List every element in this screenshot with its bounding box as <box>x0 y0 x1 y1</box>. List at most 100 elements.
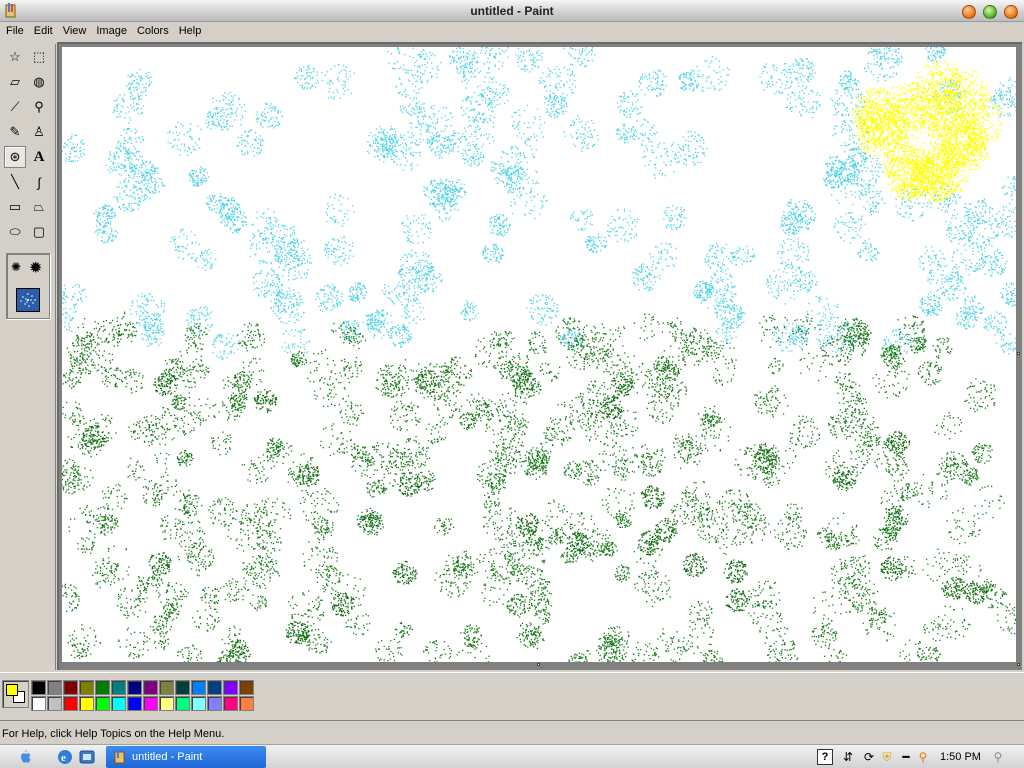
palette-swatch[interactable] <box>159 680 174 695</box>
minimize-button[interactable] <box>983 5 997 19</box>
palette-swatch[interactable] <box>175 680 190 695</box>
palette-swatch[interactable] <box>79 680 94 695</box>
foreground-color-swatch <box>6 684 18 696</box>
fill-with-color-icon: ◍ <box>33 74 44 90</box>
resize-handle-right[interactable] <box>1017 352 1020 355</box>
palette-swatch[interactable] <box>95 680 110 695</box>
palette-swatch[interactable] <box>191 696 206 711</box>
palette-swatch[interactable] <box>31 680 46 695</box>
airbrush-large-option[interactable] <box>16 288 40 312</box>
polygon-tool[interactable]: ⏢ <box>28 196 50 218</box>
select-icon: ⬚ <box>33 49 45 65</box>
ellipse-icon: ⬭ <box>9 224 20 240</box>
key-tray-icon[interactable]: ⚲ <box>915 749 931 765</box>
paint-task-icon <box>114 750 125 764</box>
palette-swatch[interactable] <box>175 696 190 711</box>
window-title: untitled - Paint <box>0 4 1024 18</box>
palette-swatch[interactable] <box>47 696 62 711</box>
canvas-scroll-area <box>57 42 1022 670</box>
rounded-rectangle-tool[interactable]: ▢ <box>28 221 50 243</box>
pick-color-icon: ⟋ <box>10 99 19 115</box>
status-bar: For Help, click Help Topics on the Help … <box>0 720 1024 744</box>
taskbar-paint-label: untitled - Paint <box>132 751 202 763</box>
palette-swatch[interactable] <box>159 696 174 711</box>
curve-tool[interactable]: ∫ <box>28 171 50 193</box>
palette-swatch[interactable] <box>239 680 254 695</box>
apple-icon <box>21 750 31 763</box>
airbrush-tool[interactable]: ⊛ <box>4 146 26 168</box>
palette-swatch[interactable] <box>111 696 126 711</box>
menu-help[interactable]: Help <box>174 22 207 41</box>
curve-icon: ∫ <box>37 175 41 190</box>
pencil-tool[interactable]: ✎ <box>4 121 26 143</box>
current-colors <box>2 680 29 708</box>
show-desktop-icon[interactable] <box>78 748 96 766</box>
taskbar: e untitled - Paint ? ⇵ ⟳ ⛨ ━ ⚲ 1:50 PM ⚲ <box>0 744 1024 768</box>
rectangle-tool[interactable]: ▭ <box>4 196 26 218</box>
palette-swatch[interactable] <box>207 696 222 711</box>
painting <box>62 47 1016 662</box>
menu-edit[interactable]: Edit <box>29 22 58 41</box>
menu-file[interactable]: File <box>1 22 29 41</box>
start-button[interactable] <box>8 746 42 768</box>
free-form-select-icon: ☆ <box>9 49 21 65</box>
menu-image[interactable]: Image <box>91 22 132 41</box>
maximize-button[interactable] <box>1004 5 1018 19</box>
drawing-canvas[interactable] <box>62 47 1016 662</box>
eraser-tool[interactable]: ▱ <box>4 71 26 93</box>
palette-swatch[interactable] <box>63 680 78 695</box>
menu-bar: File Edit View Image Colors Help <box>0 22 1024 41</box>
brush-tool[interactable]: ♙ <box>28 121 50 143</box>
plug-tray-icon[interactable]: ━ <box>898 749 914 765</box>
line-tool[interactable]: ╲ <box>4 171 26 193</box>
airbrush-large-icon <box>20 293 36 307</box>
magnifier-tool[interactable]: ⚲ <box>28 96 50 118</box>
network-tray-icon[interactable]: ⇵ <box>840 749 856 765</box>
help-tray-icon[interactable]: ? <box>817 749 833 765</box>
menu-view[interactable]: View <box>58 22 92 41</box>
palette-swatch[interactable] <box>95 696 110 711</box>
free-form-select-tool[interactable]: ☆ <box>4 46 26 68</box>
pick-color-tool[interactable]: ⟋ <box>4 96 26 118</box>
palette-swatch[interactable] <box>239 696 254 711</box>
color-box <box>0 672 1024 718</box>
title-bar[interactable]: untitled - Paint <box>0 0 1024 22</box>
brush-icon: ♙ <box>33 124 45 140</box>
palette-swatch[interactable] <box>127 696 142 711</box>
airbrush-small-option[interactable]: ✺ <box>11 260 21 274</box>
palette-swatch[interactable] <box>111 680 126 695</box>
palette-swatch[interactable] <box>223 680 238 695</box>
color-palette <box>31 680 254 711</box>
taskbar-paint-button[interactable]: untitled - Paint <box>106 746 266 768</box>
pencil-icon: ✎ <box>10 124 21 140</box>
palette-swatch[interactable] <box>207 680 222 695</box>
airbrush-medium-option[interactable]: ✹ <box>29 258 42 278</box>
eraser-icon: ▱ <box>10 74 20 90</box>
tool-options-panel: ✺ ✹ <box>6 253 50 319</box>
security-shield-icon[interactable]: ⛨ <box>879 749 895 765</box>
resize-handle-corner[interactable] <box>1017 663 1020 666</box>
menu-colors[interactable]: Colors <box>132 22 174 41</box>
palette-swatch[interactable] <box>143 680 158 695</box>
airbrush-icon: ⊛ <box>10 149 21 165</box>
palette-swatch[interactable] <box>31 696 46 711</box>
rectangle-icon: ▭ <box>9 199 21 215</box>
palette-swatch[interactable] <box>223 696 238 711</box>
palette-swatch[interactable] <box>127 680 142 695</box>
palette-swatch[interactable] <box>47 680 62 695</box>
search-icon[interactable]: ⚲ <box>990 749 1006 765</box>
magnifier-icon: ⚲ <box>34 99 44 115</box>
resize-handle-bottom[interactable] <box>537 663 540 666</box>
palette-swatch[interactable] <box>143 696 158 711</box>
fill-with-color-tool[interactable]: ◍ <box>28 71 50 93</box>
internet-explorer-icon[interactable]: e <box>56 748 74 766</box>
text-tool[interactable]: A <box>28 146 50 168</box>
status-help-text: For Help, click Help Topics on the Help … <box>2 728 224 740</box>
palette-swatch[interactable] <box>191 680 206 695</box>
palette-swatch[interactable] <box>63 696 78 711</box>
close-button[interactable] <box>962 5 976 19</box>
select-tool[interactable]: ⬚ <box>28 46 50 68</box>
ellipse-tool[interactable]: ⬭ <box>4 221 26 243</box>
sync-tray-icon[interactable]: ⟳ <box>861 749 877 765</box>
palette-swatch[interactable] <box>79 696 94 711</box>
